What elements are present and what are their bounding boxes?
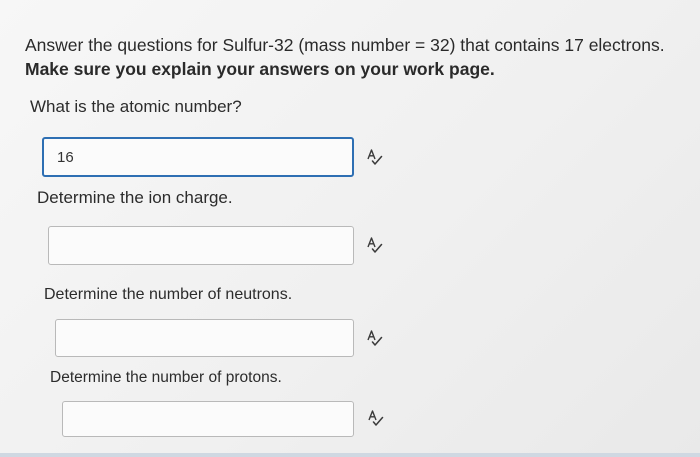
spellcheck-icon[interactable] — [366, 148, 384, 166]
question-3-answer-input[interactable] — [55, 319, 354, 357]
spellcheck-icon[interactable] — [366, 236, 384, 254]
spellcheck-icon[interactable] — [366, 329, 384, 347]
question-1-answer-input[interactable] — [42, 137, 354, 177]
instructions-line-2: Make sure you explain your answers on yo… — [25, 59, 495, 79]
question-1-prompt: What is the atomic number? — [30, 97, 242, 116]
spellcheck-icon[interactable] — [367, 409, 385, 427]
instructions-line-1: Answer the questions for Sulfur-32 (mass… — [25, 35, 665, 55]
question-3-prompt: Determine the number of neutrons. — [44, 286, 293, 303]
question-2-prompt: Determine the ion charge. — [37, 188, 233, 207]
question-4-answer-input[interactable] — [62, 401, 354, 437]
question-2-answer-input[interactable] — [48, 226, 354, 265]
bottom-divider — [0, 453, 700, 457]
instructions: Answer the questions for Sulfur-32 (mass… — [25, 33, 665, 81]
question-4-prompt: Determine the number of protons. — [50, 369, 282, 386]
